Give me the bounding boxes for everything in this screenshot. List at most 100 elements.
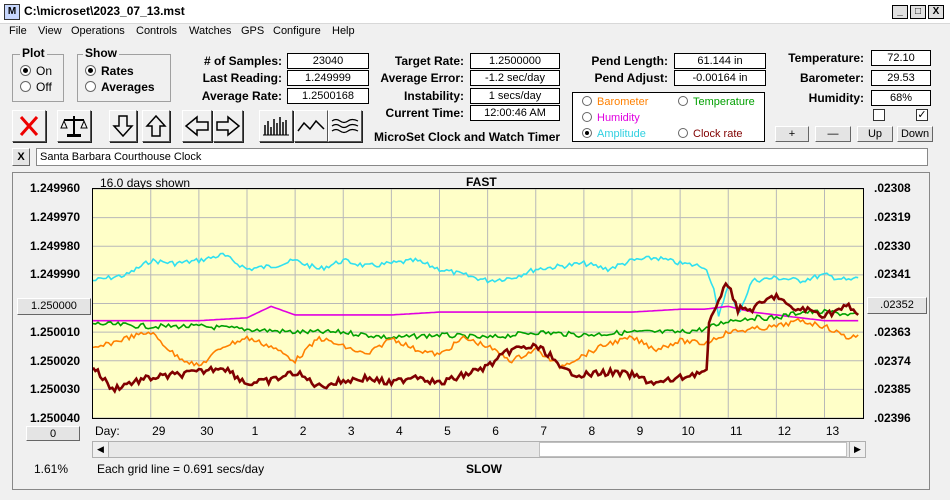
target-rate-label: Target Rate: <box>394 54 464 68</box>
minimize-button[interactable]: _ <box>892 5 908 19</box>
grid-note-label: Each grid line = 0.691 secs/day <box>97 462 265 476</box>
clear-clock-button[interactable]: X <box>12 148 30 166</box>
percent-label: 1.61% <box>34 462 69 476</box>
y-left-tick-label: 1.249960 <box>30 181 81 195</box>
arrow-up-button[interactable] <box>142 110 170 142</box>
menu-gps[interactable]: GPS <box>241 25 264 37</box>
arrow-right-button[interactable] <box>213 110 243 142</box>
maximize-button[interactable]: □ <box>910 5 926 19</box>
legend-temperature-radio[interactable]: Temperature <box>678 96 755 108</box>
bars-icon <box>263 117 289 136</box>
plot-on-radio[interactable]: On <box>20 64 52 78</box>
last-reading-label: Last Reading: <box>202 71 282 85</box>
x-tick-label: 7 <box>540 424 548 438</box>
window-title: C:\microset\2023_07_13.mst <box>24 4 185 18</box>
menu-file[interactable]: File <box>9 25 27 37</box>
series-line-amplitude <box>92 252 859 317</box>
horizontal-scrollbar[interactable]: ◀ ▶ <box>92 441 866 458</box>
right-axis-button[interactable]: .02352 <box>867 297 927 314</box>
show-averages-radio[interactable]: Averages <box>85 80 155 94</box>
zero-button[interactable]: 0 <box>26 426 80 441</box>
y-right-tick-label: .02330 <box>874 238 911 253</box>
waves-button[interactable] <box>328 110 362 142</box>
y-right-tick-label: .02385 <box>874 382 911 397</box>
checkbox-2[interactable]: ✓ <box>916 109 928 121</box>
plot-on-label: On <box>36 64 53 78</box>
instability-label: Instability: <box>403 89 464 103</box>
scroll-right-icon[interactable]: ▶ <box>849 442 865 457</box>
average-error-value: -1.2 sec/day <box>470 70 560 86</box>
x-tick-label: 4 <box>396 424 403 438</box>
up-button[interactable]: Up <box>857 126 893 142</box>
menu-bar: File View Operations Controls Watches GP… <box>0 24 950 42</box>
menu-view[interactable]: View <box>38 25 62 37</box>
y-left-tick-label: 1.249970 <box>30 209 81 224</box>
legend-temperature-label: Temperature <box>693 96 755 108</box>
y-right-tick-label: .02396 <box>874 411 911 425</box>
wave-button[interactable] <box>294 110 328 142</box>
radio-dot-icon <box>20 81 31 92</box>
legend-amplitude-radio[interactable]: Amplitude <box>582 128 646 140</box>
title-bar: M C:\microset\2023_07_13.mst _ □ X <box>0 0 950 24</box>
app-name-label: MicroSet Clock and Watch Timer <box>374 130 561 144</box>
scale-button[interactable] <box>57 110 91 142</box>
current-time-label: Current Time: <box>385 106 464 120</box>
scroll-left-icon[interactable]: ◀ <box>93 442 109 457</box>
scroll-thumb[interactable] <box>539 442 847 457</box>
legend-barometer-radio[interactable]: Barometer <box>582 96 648 108</box>
bars-button[interactable] <box>259 110 293 142</box>
menu-configure[interactable]: Configure <box>273 25 321 37</box>
arrow-down-icon <box>112 115 134 138</box>
x-tick-label: 6 <box>492 424 499 438</box>
arrow-left-button[interactable] <box>182 110 212 142</box>
plot-area <box>91 188 864 419</box>
left-axis-button[interactable]: 1.250000 <box>17 298 91 315</box>
plot-off-radio[interactable]: Off <box>20 80 52 94</box>
legend-humidity-label: Humidity <box>597 112 640 124</box>
plot-off-label: Off <box>36 80 52 94</box>
clock-name-input[interactable]: Santa Barbara Courthouse Clock <box>36 148 928 166</box>
series-line-temperature <box>92 308 859 341</box>
radio-dot-icon <box>582 112 592 122</box>
minus-button[interactable]: — <box>815 126 851 142</box>
chart-svg <box>91 188 863 419</box>
arrow-up-icon <box>145 114 167 137</box>
y-left-tick-label: 1.250030 <box>30 382 81 397</box>
arrow-right-icon <box>216 115 241 137</box>
x-tick-label: 5 <box>444 424 451 438</box>
average-error-label: Average Error: <box>380 71 464 85</box>
legend-humidity-radio[interactable]: Humidity <box>582 112 640 124</box>
radio-dot-icon <box>20 65 31 76</box>
series-line-clock_rate <box>91 281 860 395</box>
average-rate-label: Average Rate: <box>201 89 282 103</box>
y-left-tick-label: 1.250040 <box>30 411 81 425</box>
menu-operations[interactable]: Operations <box>71 25 125 37</box>
app-icon: M <box>4 4 20 20</box>
current-time-value: 12:00:46 AM <box>470 105 560 121</box>
pend-length-value: 61.144 in <box>674 53 766 69</box>
down-button[interactable]: Down <box>897 126 933 142</box>
delete-button[interactable] <box>12 110 46 142</box>
temperature-label: Temperature: <box>788 51 864 65</box>
y-right-tick-label: .02308 <box>874 181 911 195</box>
x-tick-label: 29 <box>152 424 166 438</box>
plus-button[interactable]: + <box>775 126 809 142</box>
y-right-tick-label: .02319 <box>874 209 911 224</box>
last-reading-value: 1.249999 <box>287 70 369 86</box>
menu-watches[interactable]: Watches <box>189 25 231 37</box>
menu-help[interactable]: Help <box>332 25 355 37</box>
arrow-down-button[interactable] <box>109 110 137 142</box>
show-rates-radio[interactable]: Rates <box>85 64 134 78</box>
show-group <box>77 54 171 102</box>
close-button[interactable]: X <box>928 5 944 19</box>
day-label: Day: <box>95 424 120 438</box>
menu-controls[interactable]: Controls <box>136 25 177 37</box>
fast-label: FAST <box>466 175 497 189</box>
radio-dot-icon <box>582 128 592 138</box>
legend-clock-rate-radio[interactable]: Clock rate <box>678 128 743 140</box>
x-tick-label: 9 <box>636 424 644 438</box>
humidity-label: Humidity: <box>808 91 864 105</box>
checkbox-1[interactable] <box>873 109 885 121</box>
radio-dot-icon <box>85 65 96 76</box>
instability-value: 1 secs/day <box>470 88 560 104</box>
